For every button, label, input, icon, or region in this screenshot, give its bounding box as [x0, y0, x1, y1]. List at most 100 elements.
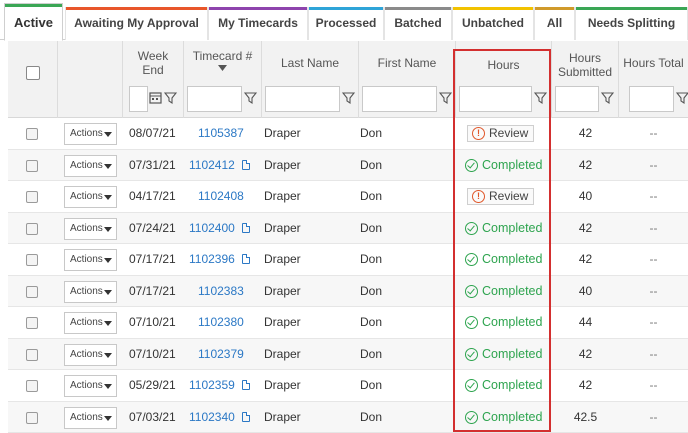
tab-label: Processed: [315, 16, 377, 30]
timecard-link[interactable]: 1102412: [189, 150, 235, 181]
document-icon[interactable]: [242, 411, 250, 422]
tab-all[interactable]: All: [534, 7, 575, 40]
row-actions-dropdown[interactable]: Actions: [64, 312, 117, 334]
hours-filter-input[interactable]: [459, 86, 532, 112]
filter-icon[interactable]: [676, 90, 688, 106]
hours-submitted-filter-input[interactable]: [555, 86, 599, 112]
document-icon[interactable]: [242, 380, 250, 390]
table-row[interactable]: Actions 07/31/21 1102412 Draper Don Completed…: [8, 149, 688, 181]
table-row[interactable]: Actions 07/10/21 1102380 Draper Don Completed…: [8, 307, 688, 339]
hours-total-filter-input[interactable]: [629, 86, 674, 112]
timecard-link[interactable]: 1102408: [198, 181, 244, 212]
check-circle-icon: [465, 316, 478, 329]
tab-my-timecards[interactable]: My Timecards: [208, 7, 308, 40]
first-name-header-label: First Name: [377, 56, 437, 70]
tab-batched[interactable]: Batched: [384, 7, 452, 40]
hours-column-header[interactable]: Hours: [456, 41, 552, 118]
row-actions-dropdown[interactable]: Actions: [64, 375, 117, 397]
table-row[interactable]: Actions 04/17/21 1102408 Draper Don! Review 40…: [8, 181, 688, 213]
hours-submitted-cell: 40: [578, 283, 593, 298]
actions-label: Actions: [70, 411, 103, 423]
calendar-icon[interactable]: [149, 90, 162, 106]
timecard-link[interactable]: 1102340: [189, 402, 235, 433]
last-name-cell: Draper: [264, 315, 301, 329]
row-checkbox[interactable]: [26, 191, 38, 203]
row-checkbox[interactable]: [26, 222, 38, 235]
timecard-link[interactable]: 1102383: [198, 276, 244, 307]
filter-icon[interactable]: [601, 90, 614, 106]
row-actions-dropdown[interactable]: Actions: [64, 123, 117, 145]
last-name-column-header[interactable]: Last Name: [262, 41, 359, 118]
tab-needs-splitting[interactable]: Needs Splitting: [575, 7, 688, 40]
sort-descending-icon[interactable]: [218, 65, 227, 72]
row-checkbox[interactable]: [26, 128, 38, 140]
table-row[interactable]: Actions 05/29/21 1102359 Draper Don Completed…: [8, 370, 688, 402]
filter-icon[interactable]: [244, 90, 257, 106]
week-end-column-header[interactable]: Week End: [123, 41, 184, 118]
document-icon[interactable]: [242, 254, 250, 264]
tab-processed[interactable]: Processed: [308, 7, 384, 40]
first-name-column-header[interactable]: First Name: [359, 41, 456, 118]
row-checkbox[interactable]: [26, 317, 38, 329]
timecard-link[interactable]: 1102380: [198, 307, 244, 338]
table-row[interactable]: Actions 07/17/21 1102383 Draper Don Completed…: [8, 275, 688, 307]
timecard-link[interactable]: 1102359: [189, 370, 235, 401]
tab-active[interactable]: Active: [4, 3, 63, 41]
select-all-checkbox[interactable]: [26, 66, 40, 80]
row-actions-dropdown[interactable]: Actions: [64, 406, 117, 429]
hours-total-cell: --: [649, 220, 658, 235]
row-checkbox[interactable]: [26, 254, 38, 266]
first-name-cell: Don: [360, 126, 383, 140]
hours-submitted-cell: 42: [578, 126, 593, 140]
filter-icon[interactable]: [439, 90, 452, 106]
first-name-filter-input[interactable]: [362, 86, 437, 112]
filter-icon[interactable]: [534, 90, 547, 106]
status-label: Completed: [482, 409, 543, 424]
hours-submitted-column-header[interactable]: Hours Submitted: [552, 41, 619, 118]
timecard-column-header[interactable]: Timecard #: [184, 41, 262, 118]
timecard-link[interactable]: 1102400: [189, 213, 235, 244]
table-row[interactable]: Actions 07/10/21 1102379 Draper Don Completed…: [8, 338, 688, 370]
week-end-cell: 07/03/21: [129, 409, 176, 424]
hours-total-cell: --: [649, 378, 658, 392]
timecard-link[interactable]: 1105387: [198, 118, 244, 149]
status-label: Completed: [482, 346, 543, 361]
row-checkbox[interactable]: [26, 380, 38, 392]
row-checkbox[interactable]: [26, 159, 38, 172]
row-checkbox[interactable]: [26, 285, 38, 298]
hours-total-cell: --: [649, 189, 658, 203]
row-actions-dropdown[interactable]: Actions: [64, 249, 117, 271]
review-status-badge[interactable]: ! Review: [467, 188, 534, 205]
timecard-link[interactable]: 1102379: [198, 339, 244, 370]
caret-down-icon: [104, 352, 112, 358]
caret-down-icon: [104, 415, 112, 421]
table-row[interactable]: Actions 08/07/21 1105387 Draper Don! Review 42…: [8, 118, 688, 150]
filter-icon[interactable]: [342, 90, 355, 106]
tab-unbatched[interactable]: Unbatched: [452, 7, 534, 40]
row-checkbox[interactable]: [26, 411, 38, 424]
timecard-header-label: Timecard #: [192, 49, 253, 63]
row-actions-dropdown[interactable]: Actions: [64, 154, 117, 177]
hours-total-cell: --: [649, 409, 658, 424]
row-actions-dropdown[interactable]: Actions: [64, 280, 117, 303]
last-name-filter-input[interactable]: [265, 86, 340, 112]
row-actions-dropdown[interactable]: Actions: [64, 217, 117, 240]
table-row[interactable]: Actions 07/17/21 1102396 Draper Don Completed…: [8, 244, 688, 276]
document-icon[interactable]: [242, 222, 250, 233]
table-row[interactable]: Actions 07/24/21 1102400 Draper Don Completed…: [8, 212, 688, 244]
timecard-link[interactable]: 1102396: [189, 244, 235, 275]
filter-icon[interactable]: [164, 90, 177, 106]
week-end-filter-input[interactable]: [129, 86, 148, 112]
first-name-cell: Don: [360, 283, 383, 298]
review-status-badge[interactable]: ! Review: [467, 125, 534, 142]
timecard-filter-input[interactable]: [187, 86, 242, 112]
tab-awaiting-my-approval[interactable]: Awaiting My Approval: [65, 7, 208, 40]
hours-total-column-header[interactable]: Hours Total: [619, 41, 688, 118]
row-actions-dropdown[interactable]: Actions: [64, 343, 117, 366]
table-row[interactable]: Actions 07/03/21 1102340 Draper Don Completed…: [8, 401, 688, 433]
row-actions-dropdown[interactable]: Actions: [64, 186, 117, 208]
tab-label: All: [546, 16, 563, 30]
hours-total-cell: --: [649, 157, 658, 172]
row-checkbox[interactable]: [26, 348, 38, 361]
document-icon[interactable]: [242, 159, 250, 170]
